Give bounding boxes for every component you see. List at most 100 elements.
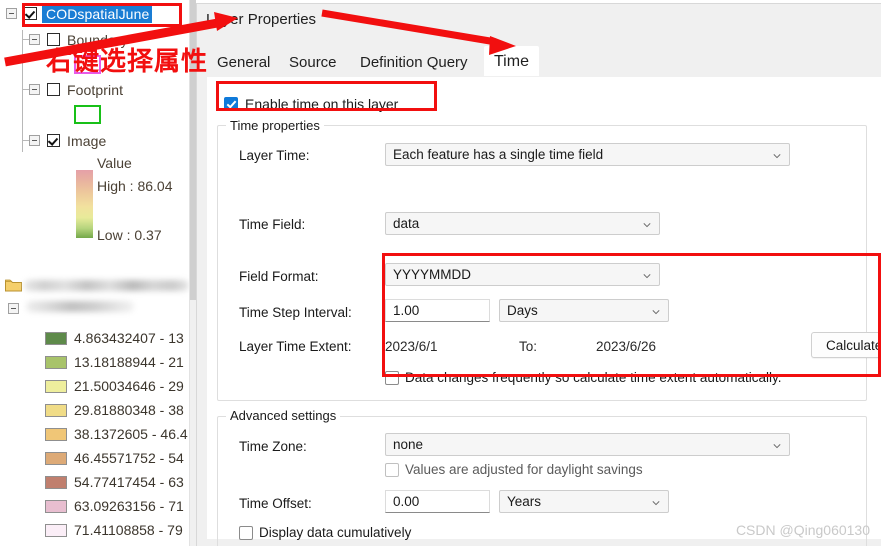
layer-visibility-checkbox[interactable]	[47, 134, 60, 147]
time-step-interval-value: 1.00	[393, 303, 420, 318]
expander-icon[interactable]	[29, 84, 40, 95]
auto-calc-extent-row[interactable]: Data changes frequently so calculate tim…	[385, 370, 781, 385]
class-swatch	[45, 379, 67, 393]
chevron-down-icon	[773, 444, 781, 449]
time-offset-label: Time Offset:	[239, 496, 312, 511]
class-swatch	[45, 475, 67, 489]
expander-icon[interactable]	[29, 34, 40, 45]
tab-definition-query[interactable]: Definition Query	[350, 48, 478, 77]
time-offset-unit-value: Years	[507, 494, 542, 509]
time-field-label: Time Field:	[239, 217, 306, 232]
tab-source[interactable]: Source	[279, 48, 347, 77]
chevron-down-icon	[773, 154, 781, 159]
legend-class-row: 29.81880348 - 38	[45, 402, 184, 418]
advanced-settings-group-title: Advanced settings	[226, 408, 341, 423]
chevron-down-icon	[643, 223, 651, 228]
time-step-unit-select[interactable]: Days	[499, 299, 669, 322]
chevron-down-icon	[643, 274, 651, 279]
legend-class-row: 21.50034646 - 29	[45, 378, 184, 394]
extent-to-label: To:	[519, 339, 538, 354]
expander-icon[interactable]	[8, 303, 19, 314]
layer-time-select[interactable]: Each feature has a single time field	[385, 143, 790, 166]
color-ramp	[76, 170, 93, 238]
legend-low-value: Low : 0.37	[97, 227, 162, 243]
tab-time[interactable]: Time	[484, 46, 539, 76]
tree-connector	[22, 30, 23, 152]
daylight-savings-checkbox[interactable]	[385, 462, 399, 477]
class-swatch	[45, 499, 67, 513]
time-field-select[interactable]: data	[385, 212, 660, 235]
tab-general[interactable]: General	[207, 48, 281, 77]
toc-scrollbar[interactable]	[189, 0, 196, 546]
legend-high-value: High : 86.04	[97, 178, 173, 194]
dialog-title: Layer Properties	[206, 11, 317, 28]
class-label: 46.45571752 - 54	[74, 450, 184, 466]
calculate-button[interactable]: Calculate	[811, 332, 881, 358]
extent-to-value: 2023/6/26	[596, 339, 657, 354]
time-zone-label: Time Zone:	[239, 439, 307, 454]
class-label: 71.41108858 - 79	[74, 522, 183, 538]
legend-class-row: 13.18188944 - 21	[45, 354, 184, 370]
time-offset-unit-select[interactable]: Years	[499, 490, 669, 513]
layer-properties-dialog: Layer Properties General Source Definiti…	[196, 3, 881, 546]
legend-class-row: 4.863432407 - 13	[45, 330, 184, 346]
auto-calc-extent-checkbox[interactable]	[385, 370, 399, 385]
enable-time-checkbox[interactable]	[224, 97, 238, 111]
annotation-chinese-note: 右键选择属性	[46, 47, 209, 77]
class-swatch	[45, 427, 67, 441]
field-format-select[interactable]: YYYYMMDD	[385, 263, 660, 286]
time-tab-panel: Enable time on this layer Time propertie…	[207, 77, 881, 546]
daylight-savings-row[interactable]: Values are adjusted for daylight savings	[385, 462, 643, 477]
tree-item-label: Image	[67, 132, 107, 149]
tree-item-codspatialjune[interactable]: CODspatialJune	[6, 4, 153, 23]
class-swatch	[45, 523, 67, 537]
tree-item-label: CODspatialJune	[42, 4, 153, 23]
legend-class-row: 63.09263156 - 71	[45, 498, 184, 514]
redacted-group-name	[24, 280, 189, 291]
class-swatch	[45, 331, 67, 345]
time-offset-input[interactable]: 0.00	[385, 490, 490, 513]
time-zone-value: none	[393, 437, 424, 452]
redacted-layer-name	[26, 301, 134, 312]
layer-visibility-checkbox[interactable]	[47, 83, 60, 96]
display-cumulatively-checkbox[interactable]	[239, 525, 253, 540]
time-zone-select[interactable]: none	[385, 433, 790, 456]
field-format-label: Field Format:	[239, 269, 319, 284]
legend-class-row: 71.41108858 - 79	[45, 522, 183, 538]
auto-calc-extent-label: Data changes frequently so calculate tim…	[405, 370, 782, 385]
class-swatch	[45, 451, 67, 465]
time-step-interval-label: Time Step Interval:	[239, 305, 352, 320]
tree-item-footprint[interactable]: Footprint	[29, 80, 123, 99]
class-label: 4.863432407 - 13	[74, 330, 184, 346]
layer-visibility-checkbox[interactable]	[24, 7, 37, 20]
tree-item-image[interactable]: Image	[29, 131, 106, 150]
class-label: 54.77417454 - 63	[74, 474, 184, 490]
class-label: 21.50034646 - 29	[74, 378, 184, 394]
legend-class-row: 54.77417454 - 63	[45, 474, 184, 490]
display-cumulatively-row[interactable]: Display data cumulatively	[239, 525, 411, 540]
class-label: 63.09263156 - 71	[74, 498, 184, 514]
expander-icon[interactable]	[6, 8, 17, 19]
enable-time-row[interactable]: Enable time on this layer	[224, 96, 398, 112]
footprint-symbol-swatch	[74, 105, 101, 124]
field-format-value: YYYYMMDD	[393, 267, 472, 282]
legend-value-title: Value	[97, 155, 132, 171]
legend-class-row: 46.45571752 - 54	[45, 450, 184, 466]
folder-icon	[5, 279, 22, 292]
time-step-interval-input[interactable]: 1.00	[385, 299, 490, 322]
display-cumulatively-label: Display data cumulatively	[259, 525, 412, 540]
class-swatch	[45, 403, 67, 417]
time-step-unit-value: Days	[507, 303, 538, 318]
legend-class-row: 38.1372605 - 46.4	[45, 426, 188, 442]
tab-strip: General Source Definition Query Time	[207, 46, 881, 78]
daylight-savings-label: Values are adjusted for daylight savings	[405, 462, 643, 477]
extent-from-value: 2023/6/1	[385, 339, 438, 354]
class-swatch	[45, 355, 67, 369]
enable-time-label: Enable time on this layer	[245, 96, 399, 112]
layer-time-extent-label: Layer Time Extent:	[239, 339, 352, 354]
chevron-down-icon	[652, 310, 660, 315]
expander-icon[interactable]	[29, 135, 40, 146]
time-offset-value: 0.00	[393, 494, 420, 509]
layer-time-label: Layer Time:	[239, 148, 310, 163]
time-properties-group-title: Time properties	[226, 118, 324, 133]
